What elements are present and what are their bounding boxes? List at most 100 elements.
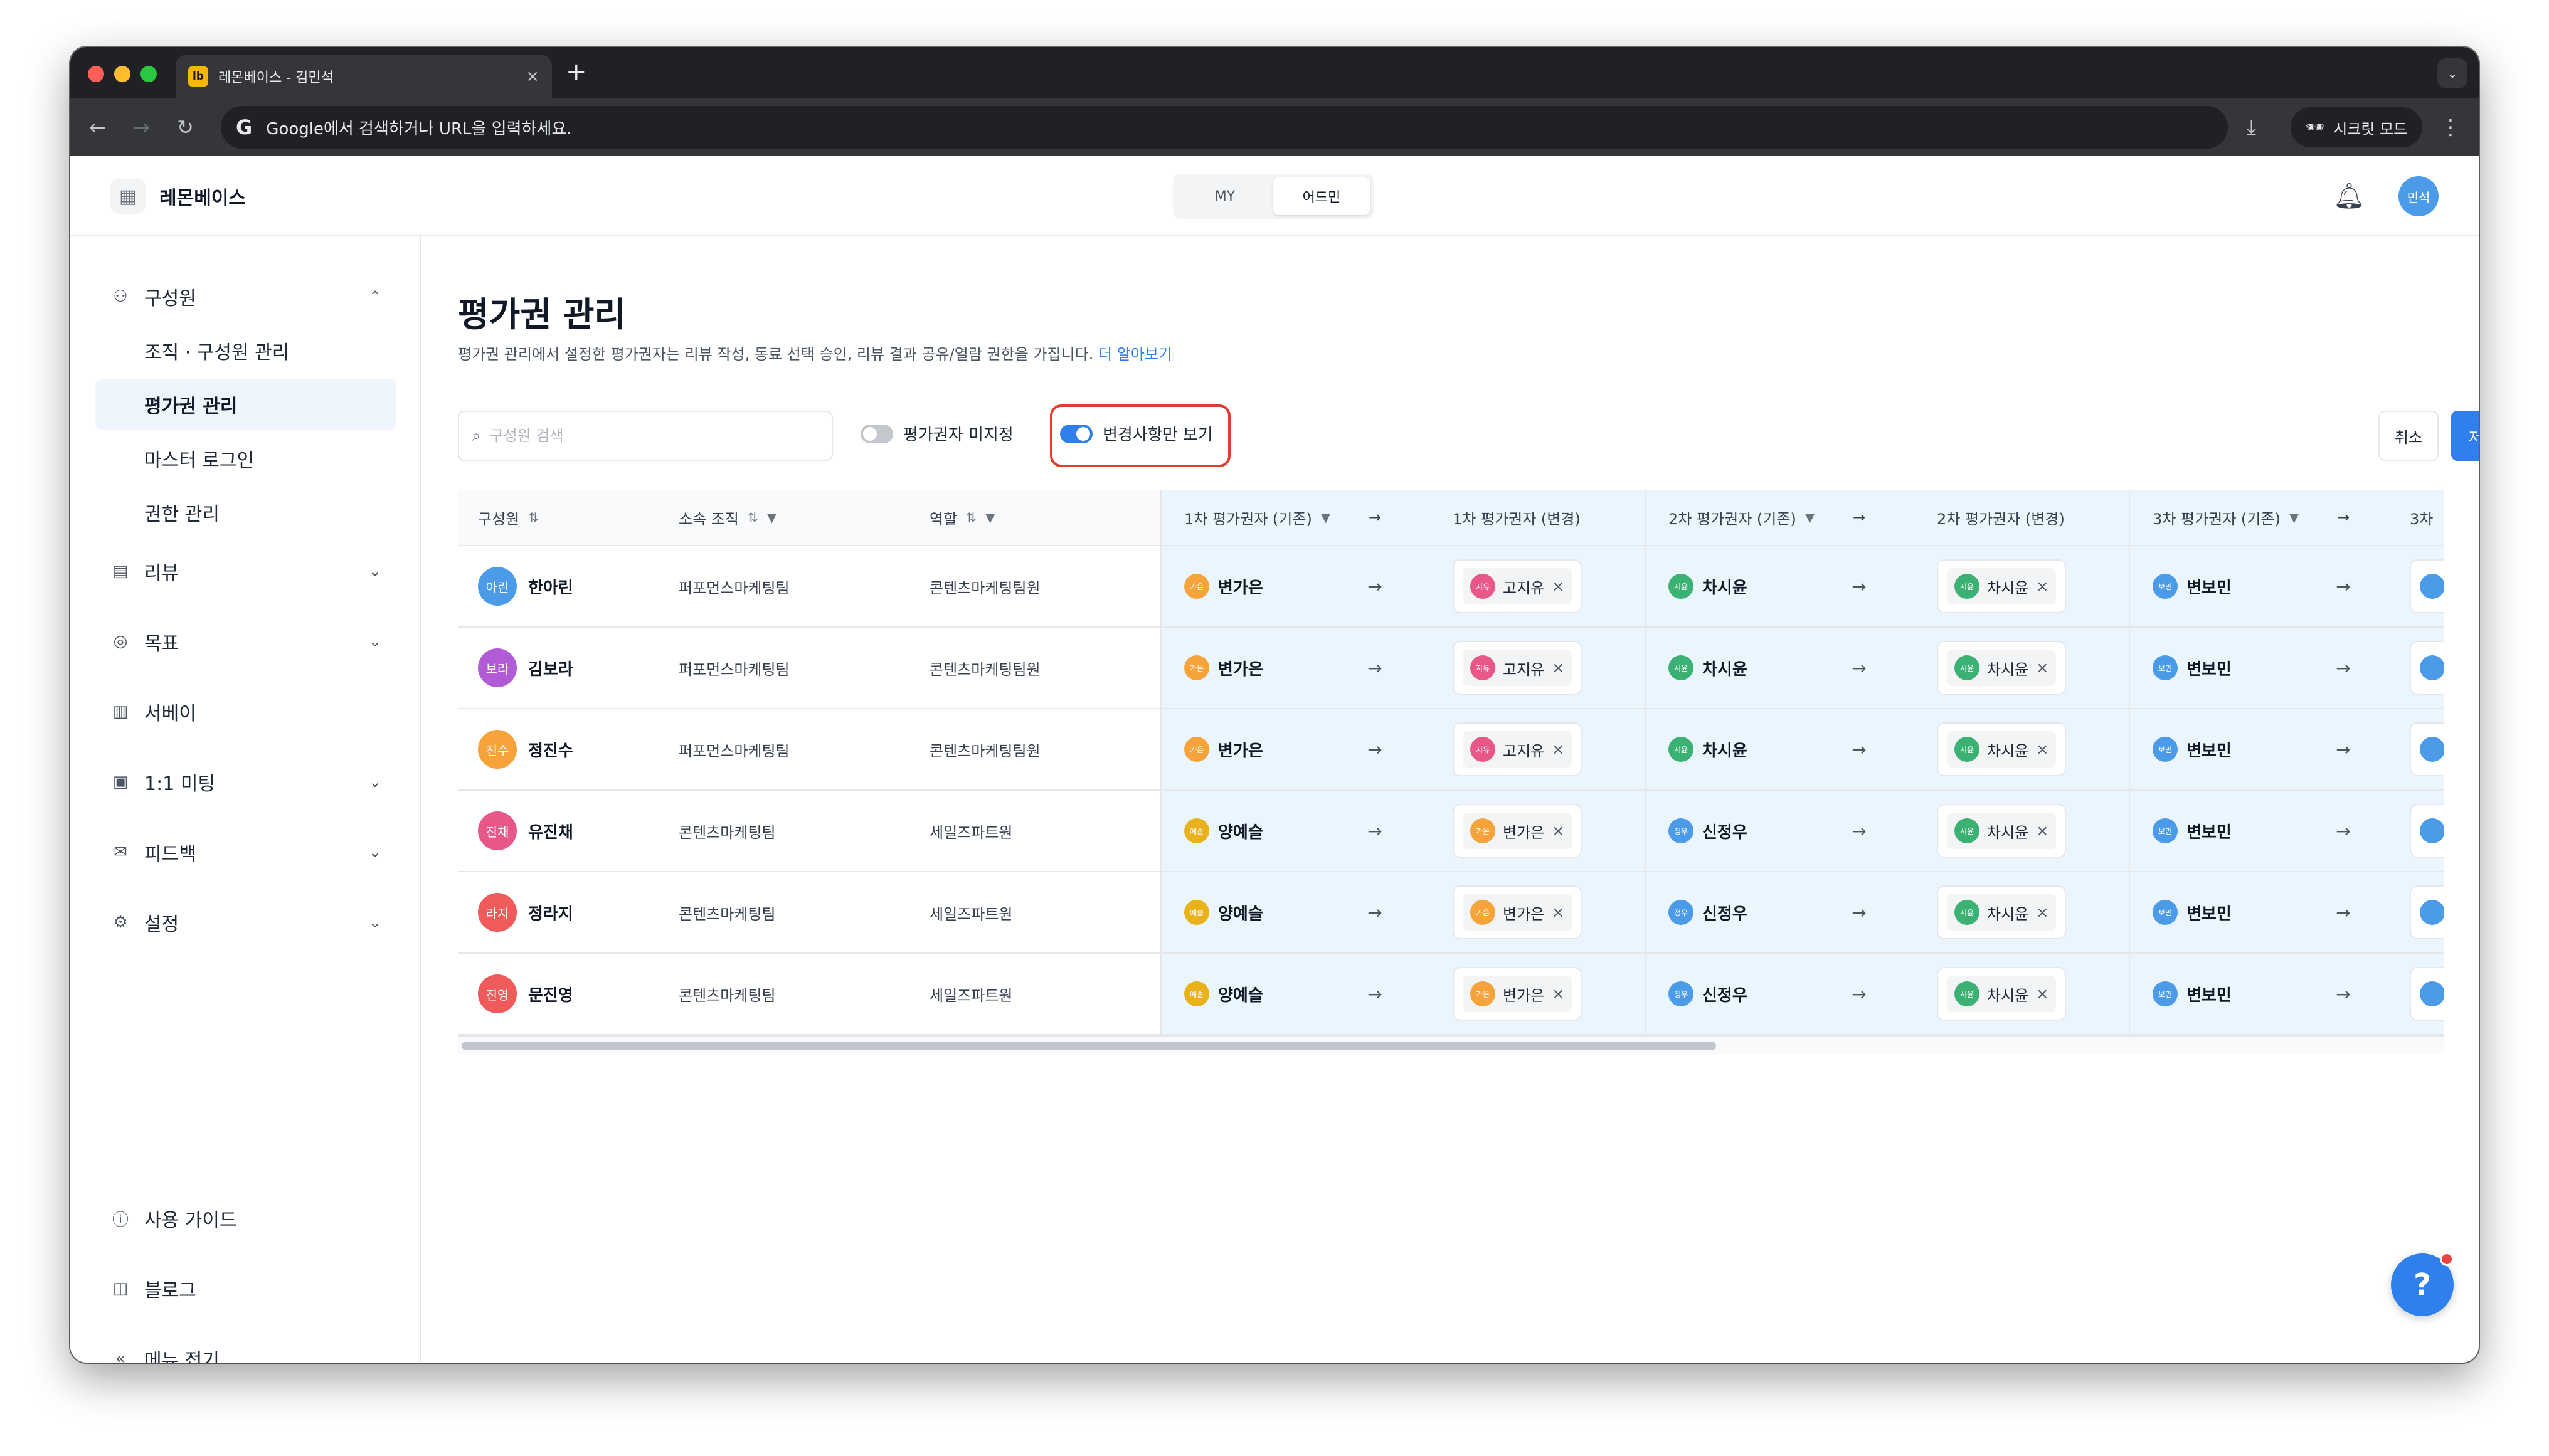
evaluator-select[interactable]: 시윤 차시윤 × (1937, 722, 2067, 776)
address-bar[interactable]: G Google에서 검색하거나 URL을 입력하세요. (221, 106, 2228, 149)
table-row[interactable]: 진채 유진채 콘텐츠마케팅팀 세일즈파트원 예슬 양예슬 → 가은 변가은 × 정우 신정우 → 시윤 차시… (458, 791, 2444, 872)
remove-chip-icon[interactable]: × (2036, 741, 2048, 758)
evaluator-select[interactable]: 가은 변가은 × (1453, 804, 1582, 858)
evaluator-select[interactable]: 시윤 차시윤 × (1937, 641, 2067, 695)
evaluator-select[interactable]: 지유 고지유 × (1453, 722, 1582, 776)
remove-chip-icon[interactable]: × (2036, 985, 2048, 1003)
sidebar-item-blog[interactable]: ◫ 블로그 (95, 1263, 396, 1314)
evaluator-select[interactable]: 시윤 차시윤 × (1937, 967, 2067, 1021)
evaluator-select[interactable]: 시윤 차시윤 × (1937, 885, 2067, 939)
remove-chip-icon[interactable]: × (2036, 578, 2048, 595)
evaluator-select[interactable] (2410, 559, 2444, 613)
evaluator-avatar: 가은 (1184, 655, 1209, 680)
sidebar-item-guide[interactable]: ⓘ 사용 가이드 (95, 1193, 396, 1243)
filter-icon[interactable]: ▼ (2289, 510, 2299, 525)
e3-old-cell: 보민 변보민 (2129, 546, 2444, 626)
remove-chip-icon[interactable]: × (2036, 659, 2048, 677)
column-header-e3-old[interactable]: 3차 평가권자 (기존) ▼ (2129, 490, 2444, 545)
table-row[interactable]: 진영 문진영 콘텐츠마케팅팀 세일즈파트원 예슬 양예슬 → 가은 변가은 × 정우 신정우 → 시윤 차시… (458, 954, 2444, 1035)
remove-chip-icon[interactable]: × (2036, 822, 2048, 840)
remove-chip-icon[interactable]: × (1552, 741, 1564, 758)
evaluator-name: 양예슬 (1218, 904, 1263, 924)
sidebar-item-survey[interactable]: ▥ 서베이 (95, 687, 396, 737)
bell-icon[interactable]: 🔔︎ (2333, 181, 2365, 211)
sidebar-item-feedback[interactable]: ✉ 피드백 ⌄ (95, 827, 396, 877)
evaluator-select[interactable] (2410, 641, 2444, 695)
filter-icon[interactable]: ▼ (1321, 510, 1330, 525)
sidebar-item-members[interactable]: ⚇ 구성원 ⌃ (95, 272, 396, 322)
remove-chip-icon[interactable]: × (1552, 578, 1564, 595)
remove-chip-icon[interactable]: × (1552, 822, 1564, 840)
user-avatar[interactable]: 민석 (2398, 176, 2439, 216)
evaluator-select[interactable] (2410, 885, 2444, 939)
evaluator-select[interactable] (2410, 967, 2444, 1021)
evaluator-name: 변보민 (2186, 986, 2232, 1005)
reload-icon[interactable]: ↻ (177, 113, 194, 141)
close-window-button[interactable] (88, 66, 104, 82)
incognito-button[interactable]: 🕶 시크릿 모드 (2291, 107, 2422, 147)
column-header-org[interactable]: 소속 조직 ⇅ ▼ (679, 490, 923, 545)
evaluator-select[interactable]: 지유 고지유 × (1453, 641, 1582, 695)
evaluator-avatar: 가은 (1470, 900, 1495, 925)
evaluator-select[interactable] (2410, 722, 2444, 776)
browser-tab[interactable]: lb 레몬베이스 - 김민석 × (176, 55, 552, 98)
evaluator-select[interactable]: 시윤 차시윤 × (1937, 804, 2067, 858)
sidebar-subitem-evaluation-rights[interactable]: 평가권 관리 (95, 379, 396, 430)
filter-icon[interactable]: ▼ (985, 510, 995, 525)
search-input[interactable] (489, 427, 803, 445)
mode-admin-button[interactable]: 어드민 (1273, 177, 1370, 215)
save-button[interactable]: 저장 (2451, 411, 2479, 461)
evaluator-select[interactable]: 가은 변가은 × (1453, 967, 1582, 1021)
back-arrow-icon[interactable]: ← (89, 113, 106, 141)
horizontal-scrollbar[interactable] (458, 1035, 2444, 1054)
table-row[interactable]: 보라 김보라 퍼포먼스마케팅팀 콘텐츠마케팅팀원 가은 변가은 → 지유 고지유 × 시윤 차시윤 → 시… (458, 628, 2444, 709)
lemonbase-favicon-icon: lb (188, 66, 208, 87)
tab-close-icon[interactable]: × (526, 68, 539, 85)
more-menu-icon[interactable]: ⋮ (2440, 113, 2461, 141)
sidebar-item-collapse[interactable]: « 메뉴 접기 (95, 1334, 396, 1363)
evaluator-select[interactable] (2410, 804, 2444, 858)
maximize-window-button[interactable] (140, 66, 157, 82)
evaluator-select[interactable]: 지유 고지유 × (1453, 559, 1582, 613)
sidebar-subitem-permissions[interactable]: 권한 관리 (95, 487, 396, 537)
sidebar-subitem-master-login[interactable]: 마스터 로그인 (95, 433, 396, 483)
unassigned-toggle[interactable] (861, 424, 893, 443)
table-row[interactable]: 아린 한아린 퍼포먼스마케팅팀 콘텐츠마케팅팀원 가은 변가은 → 지유 고지유 × 시윤 차시윤 → 시… (458, 546, 2444, 628)
member-search[interactable]: ⌕ (458, 411, 833, 461)
role-cell: 세일즈파트원 (930, 986, 1013, 1005)
remove-chip-icon[interactable]: × (1552, 985, 1564, 1003)
cancel-button[interactable]: 취소 (2378, 411, 2439, 461)
forward-arrow-icon[interactable]: → (133, 113, 150, 141)
building-icon: ▦ (110, 179, 146, 214)
tab-search-chevron-icon[interactable]: ⌄ (2437, 58, 2467, 88)
new-tab-plus-icon[interactable]: + (566, 60, 587, 85)
member-name: 김보라 (528, 660, 573, 679)
sidebar-subitem-org-members[interactable]: 조직 · 구성원 관리 (95, 325, 396, 376)
minimize-window-button[interactable] (114, 66, 130, 82)
scrollbar-thumb[interactable] (462, 1042, 1716, 1050)
evaluator-select[interactable]: 시윤 차시윤 × (1937, 559, 2067, 613)
learn-more-link[interactable]: 더 알아보기 (1098, 346, 1172, 363)
evaluator-select[interactable]: 가은 변가은 × (1453, 885, 1582, 939)
mode-my-button[interactable]: MY (1177, 177, 1273, 215)
sort-icon[interactable]: ⇅ (966, 510, 977, 525)
sidebar-item-one-on-one[interactable]: ▣ 1:1 미팅 ⌄ (95, 757, 396, 807)
download-icon[interactable]: ⤓ (2247, 113, 2256, 141)
role-cell: 콘텐츠마케팅팀원 (930, 660, 1041, 678)
sidebar-item-review[interactable]: ▤ 리뷰 ⌄ (95, 546, 396, 596)
sidebar-item-settings[interactable]: ⚙ 설정 ⌄ (95, 897, 396, 947)
sidebar-item-goals[interactable]: ◎ 목표 ⌄ (95, 616, 396, 667)
sort-icon[interactable]: ⇅ (528, 510, 539, 525)
remove-chip-icon[interactable]: × (2036, 904, 2048, 921)
column-header-member[interactable]: 구성원 ⇅ (478, 490, 666, 545)
filter-icon[interactable]: ▼ (1805, 510, 1815, 525)
unassigned-toggle-group: 평가권자 미지정 (861, 422, 1014, 445)
brand[interactable]: ▦ 레몬베이스 (110, 179, 246, 214)
sort-icon[interactable]: ⇅ (748, 510, 758, 525)
filter-icon[interactable]: ▼ (767, 510, 776, 525)
remove-chip-icon[interactable]: × (1552, 659, 1564, 677)
column-header-role[interactable]: 역할 ⇅ ▼ (930, 490, 1174, 545)
remove-chip-icon[interactable]: × (1552, 904, 1564, 921)
table-row[interactable]: 진수 정진수 퍼포먼스마케팅팀 콘텐츠마케팅팀원 가은 변가은 → 지유 고지유 × 시윤 차시윤 → 시… (458, 709, 2444, 791)
table-row[interactable]: 라지 정라지 콘텐츠마케팅팀 세일즈파트원 예슬 양예슬 → 가은 변가은 × 정우 신정우 → 시윤 차시… (458, 872, 2444, 954)
